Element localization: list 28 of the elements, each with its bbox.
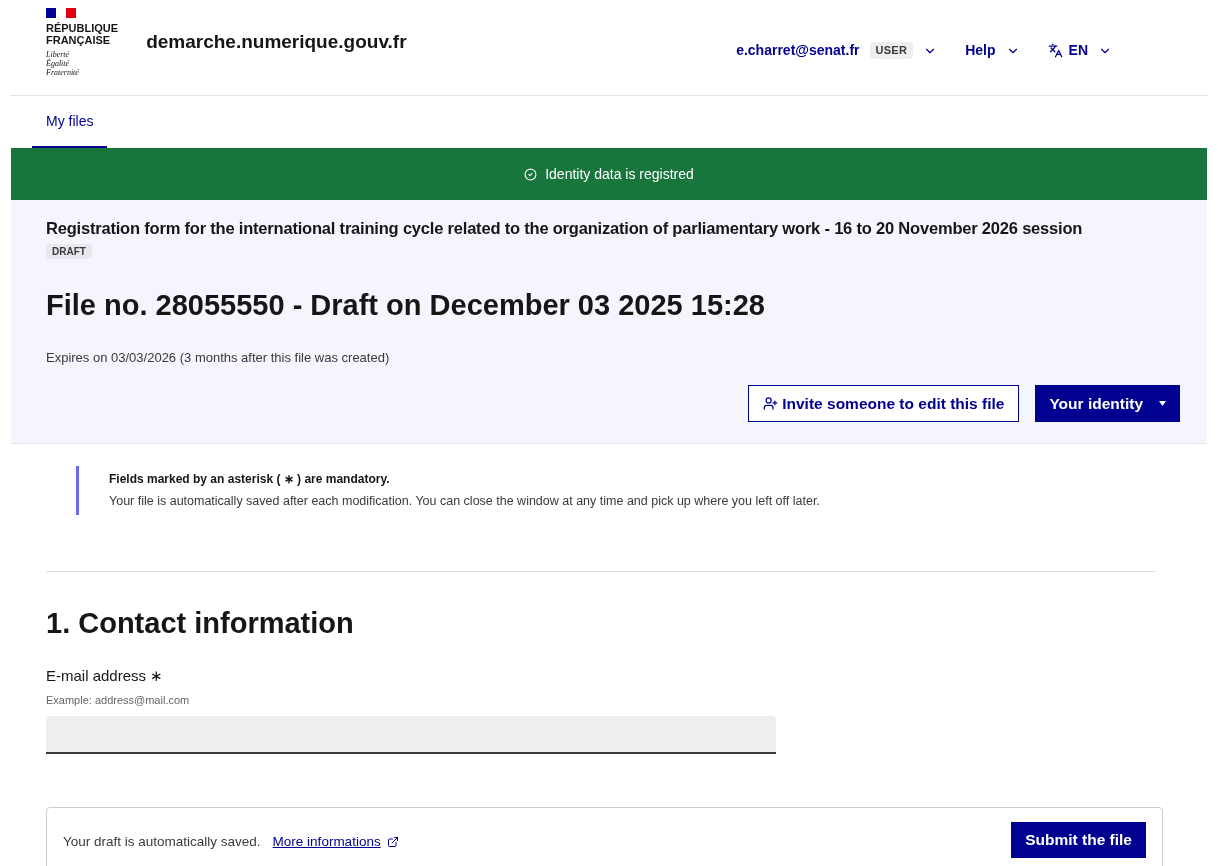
banner-text: Identity data is registred xyxy=(545,164,694,184)
user-add-icon xyxy=(763,396,779,411)
file-title: File no. 28055550 - Draft on December 03 2025 15:28 xyxy=(46,288,766,323)
language-menu[interactable]: EN xyxy=(1047,40,1112,61)
role-badge: USER xyxy=(869,42,914,59)
callout-title: Fields marked by an asterisk ( ∗ ) are mandatory. xyxy=(109,471,391,488)
identity-button[interactable]: Your identity xyxy=(1035,385,1180,422)
submit-button[interactable]: Submit the file xyxy=(1011,822,1146,858)
expiry-text: Expires on 03/03/2026 (3 months after this file was created) xyxy=(46,348,391,367)
callout-text: Your file is automatically saved after each modification. You can close the window at any time and pick up where you left off later. xyxy=(109,493,821,510)
procedure-title: Registration form for the international training cycle related to the organization of parliamentary work - 16 to 20 November 2026 session xyxy=(46,218,1084,238)
field-hint: Example: address@mail.com xyxy=(46,692,191,708)
status-badge: DRAFT xyxy=(46,244,92,259)
check-icon xyxy=(524,167,538,181)
email-input[interactable] xyxy=(46,716,776,755)
account-menu[interactable]: e.charret@senat.fr USER xyxy=(736,40,938,61)
required-asterisk: ∗ xyxy=(150,666,164,687)
government-logo[interactable]: RÉPUBLIQUE FRANÇAISE Liberté Égalité Fraternité xyxy=(46,8,119,77)
external-link-icon xyxy=(386,836,399,848)
help-menu[interactable]: Help xyxy=(965,40,1020,61)
translate-icon xyxy=(1047,43,1063,58)
invite-button[interactable]: Invite someone to edit this file xyxy=(748,385,1020,422)
section-title: 1. Contact information xyxy=(45,605,355,641)
save-text: Your draft is automatically saved. xyxy=(63,832,261,851)
field-label: E-mail address xyxy=(46,666,147,687)
site-name[interactable]: demarche.numerique.gouv.fr xyxy=(146,28,407,57)
more-info-link[interactable]: More informations xyxy=(272,831,399,853)
caret-icon xyxy=(1159,401,1166,406)
